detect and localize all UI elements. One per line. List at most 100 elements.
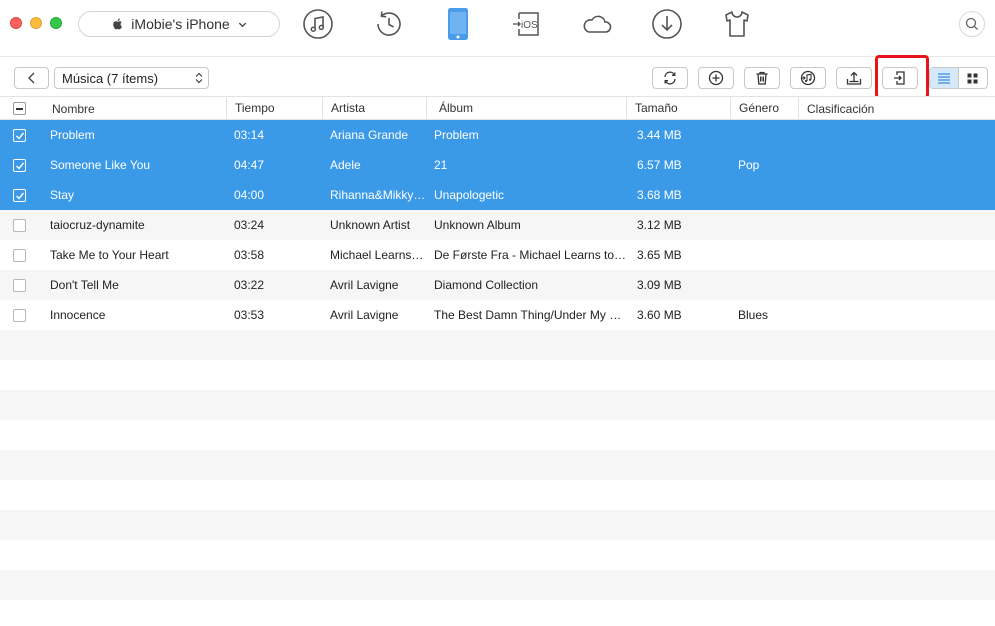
song-name: Problem <box>50 128 95 142</box>
cloud-icon[interactable] <box>579 6 615 42</box>
close-window-button[interactable] <box>10 17 22 29</box>
row-checkbox[interactable] <box>13 309 26 322</box>
view-toggle <box>929 67 988 89</box>
grid-view-button[interactable] <box>959 68 987 88</box>
plus-circle-icon <box>708 70 724 86</box>
empty-row <box>0 420 995 450</box>
song-album: Problem <box>434 128 479 142</box>
song-name: Stay <box>50 188 75 202</box>
song-album: Unapologetic <box>434 188 505 202</box>
chevron-down-icon <box>238 22 246 27</box>
song-album: 21 <box>434 158 448 172</box>
minimize-window-button[interactable] <box>30 17 42 29</box>
song-artist: Ariana Grande <box>330 128 409 142</box>
select-all-checkbox[interactable] <box>13 102 26 115</box>
phone-icon[interactable] <box>440 6 476 42</box>
song-time: 03:53 <box>234 308 265 322</box>
song-artist: Avril Lavigne <box>330 278 399 292</box>
column-header-artist[interactable]: Artista <box>323 97 427 120</box>
empty-row <box>0 600 995 626</box>
music-icon[interactable] <box>300 6 336 42</box>
send-to-computer-button[interactable] <box>836 67 872 89</box>
toolbar: Música (7 ítems) <box>0 55 995 99</box>
row-checkbox[interactable] <box>13 189 26 202</box>
device-selector[interactable]: iMobie's iPhone <box>78 11 280 37</box>
updown-chevron-icon <box>195 72 203 84</box>
column-header-time[interactable]: Tiempo <box>227 97 323 120</box>
song-time: 04:47 <box>234 158 265 172</box>
row-checkbox[interactable] <box>13 279 26 292</box>
song-artist: Avril Lavigne <box>330 308 399 322</box>
list-view-icon <box>937 73 950 84</box>
history-icon[interactable] <box>371 6 407 42</box>
tshirt-icon[interactable] <box>719 6 755 42</box>
empty-row <box>0 390 995 420</box>
table-row[interactable]: Stay 04:00 Rihanna&Mikky… Unapologetic 3… <box>0 180 995 210</box>
list-view-button[interactable] <box>930 68 959 88</box>
song-list: Problem 03:14 Ariana Grande Problem 3.44… <box>0 120 995 330</box>
song-album: The Best Damn Thing/Under My Skin <box>434 308 628 322</box>
send-to-itunes-button[interactable] <box>790 67 826 89</box>
apple-icon <box>113 18 123 30</box>
table-header: Nombre Tiempo Artista Álbum Tamaño Géner… <box>0 96 995 121</box>
checkmark-icon <box>16 192 25 200</box>
zoom-window-button[interactable] <box>50 17 62 29</box>
title-bar: iMobie's iPhone iOS <box>0 0 995 52</box>
song-name: taiocruz-dynamite <box>50 218 145 232</box>
table-row[interactable]: Problem 03:14 Ariana Grande Problem 3.44… <box>0 120 995 150</box>
send-to-device-icon <box>894 71 905 85</box>
column-header-size[interactable]: Tamaño <box>627 97 731 120</box>
search-button[interactable] <box>959 11 985 37</box>
table-row[interactable]: Take Me to Your Heart 03:58 Michael Lear… <box>0 240 995 270</box>
row-checkbox[interactable] <box>13 219 26 232</box>
song-rating <box>806 150 986 180</box>
refresh-button[interactable] <box>652 67 688 89</box>
song-size: 6.57 MB <box>637 158 682 172</box>
table-row[interactable]: taiocruz-dynamite 03:24 Unknown Artist U… <box>0 210 995 240</box>
table-row[interactable]: Don't Tell Me 03:22 Avril Lavigne Diamon… <box>0 270 995 300</box>
row-checkbox[interactable] <box>13 249 26 262</box>
song-rating <box>806 300 986 330</box>
empty-row <box>0 330 995 360</box>
song-genre <box>738 120 798 150</box>
download-icon[interactable] <box>649 6 685 42</box>
checkmark-icon <box>16 132 25 140</box>
column-header-rating[interactable]: Clasificación <box>799 98 995 121</box>
empty-row <box>0 450 995 480</box>
song-size: 3.60 MB <box>637 308 682 322</box>
song-genre <box>738 240 798 270</box>
column-header-album[interactable]: Álbum <box>427 97 627 120</box>
empty-row <box>0 480 995 510</box>
song-artist: Adele <box>330 158 361 172</box>
song-rating <box>806 270 986 300</box>
row-checkbox[interactable] <box>13 159 26 172</box>
song-name: Someone Like You <box>50 158 151 172</box>
to-ios-label: iOS <box>521 20 538 31</box>
table-row[interactable]: Innocence 03:53 Avril Lavigne The Best D… <box>0 300 995 330</box>
add-button[interactable] <box>698 67 734 89</box>
send-to-device-button[interactable] <box>882 67 918 89</box>
song-rating <box>806 180 986 210</box>
table-row[interactable]: Someone Like You 04:47 Adele 21 6.57 MB … <box>0 150 995 180</box>
grid-view-icon <box>967 73 978 83</box>
column-header-genre[interactable]: Género <box>731 97 799 120</box>
song-time: 03:22 <box>234 278 265 292</box>
to-ios-icon[interactable]: iOS <box>509 6 545 42</box>
song-genre <box>738 210 798 240</box>
column-header-name[interactable]: Nombre <box>42 98 227 121</box>
search-icon <box>965 17 978 30</box>
empty-row <box>0 360 995 390</box>
back-button[interactable] <box>14 67 49 89</box>
category-select[interactable]: Música (7 ítems) <box>54 67 209 89</box>
song-rating <box>806 240 986 270</box>
song-name: Don't Tell Me <box>50 278 119 292</box>
song-time: 03:14 <box>234 128 265 142</box>
song-genre: Pop <box>738 158 760 172</box>
song-genre <box>738 180 798 210</box>
row-checkbox[interactable] <box>13 129 26 142</box>
delete-button[interactable] <box>744 67 780 89</box>
trash-icon <box>756 71 768 85</box>
category-label: Música (7 ítems) <box>62 70 159 86</box>
song-genre: Blues <box>738 308 769 322</box>
chevron-left-icon <box>27 72 34 84</box>
